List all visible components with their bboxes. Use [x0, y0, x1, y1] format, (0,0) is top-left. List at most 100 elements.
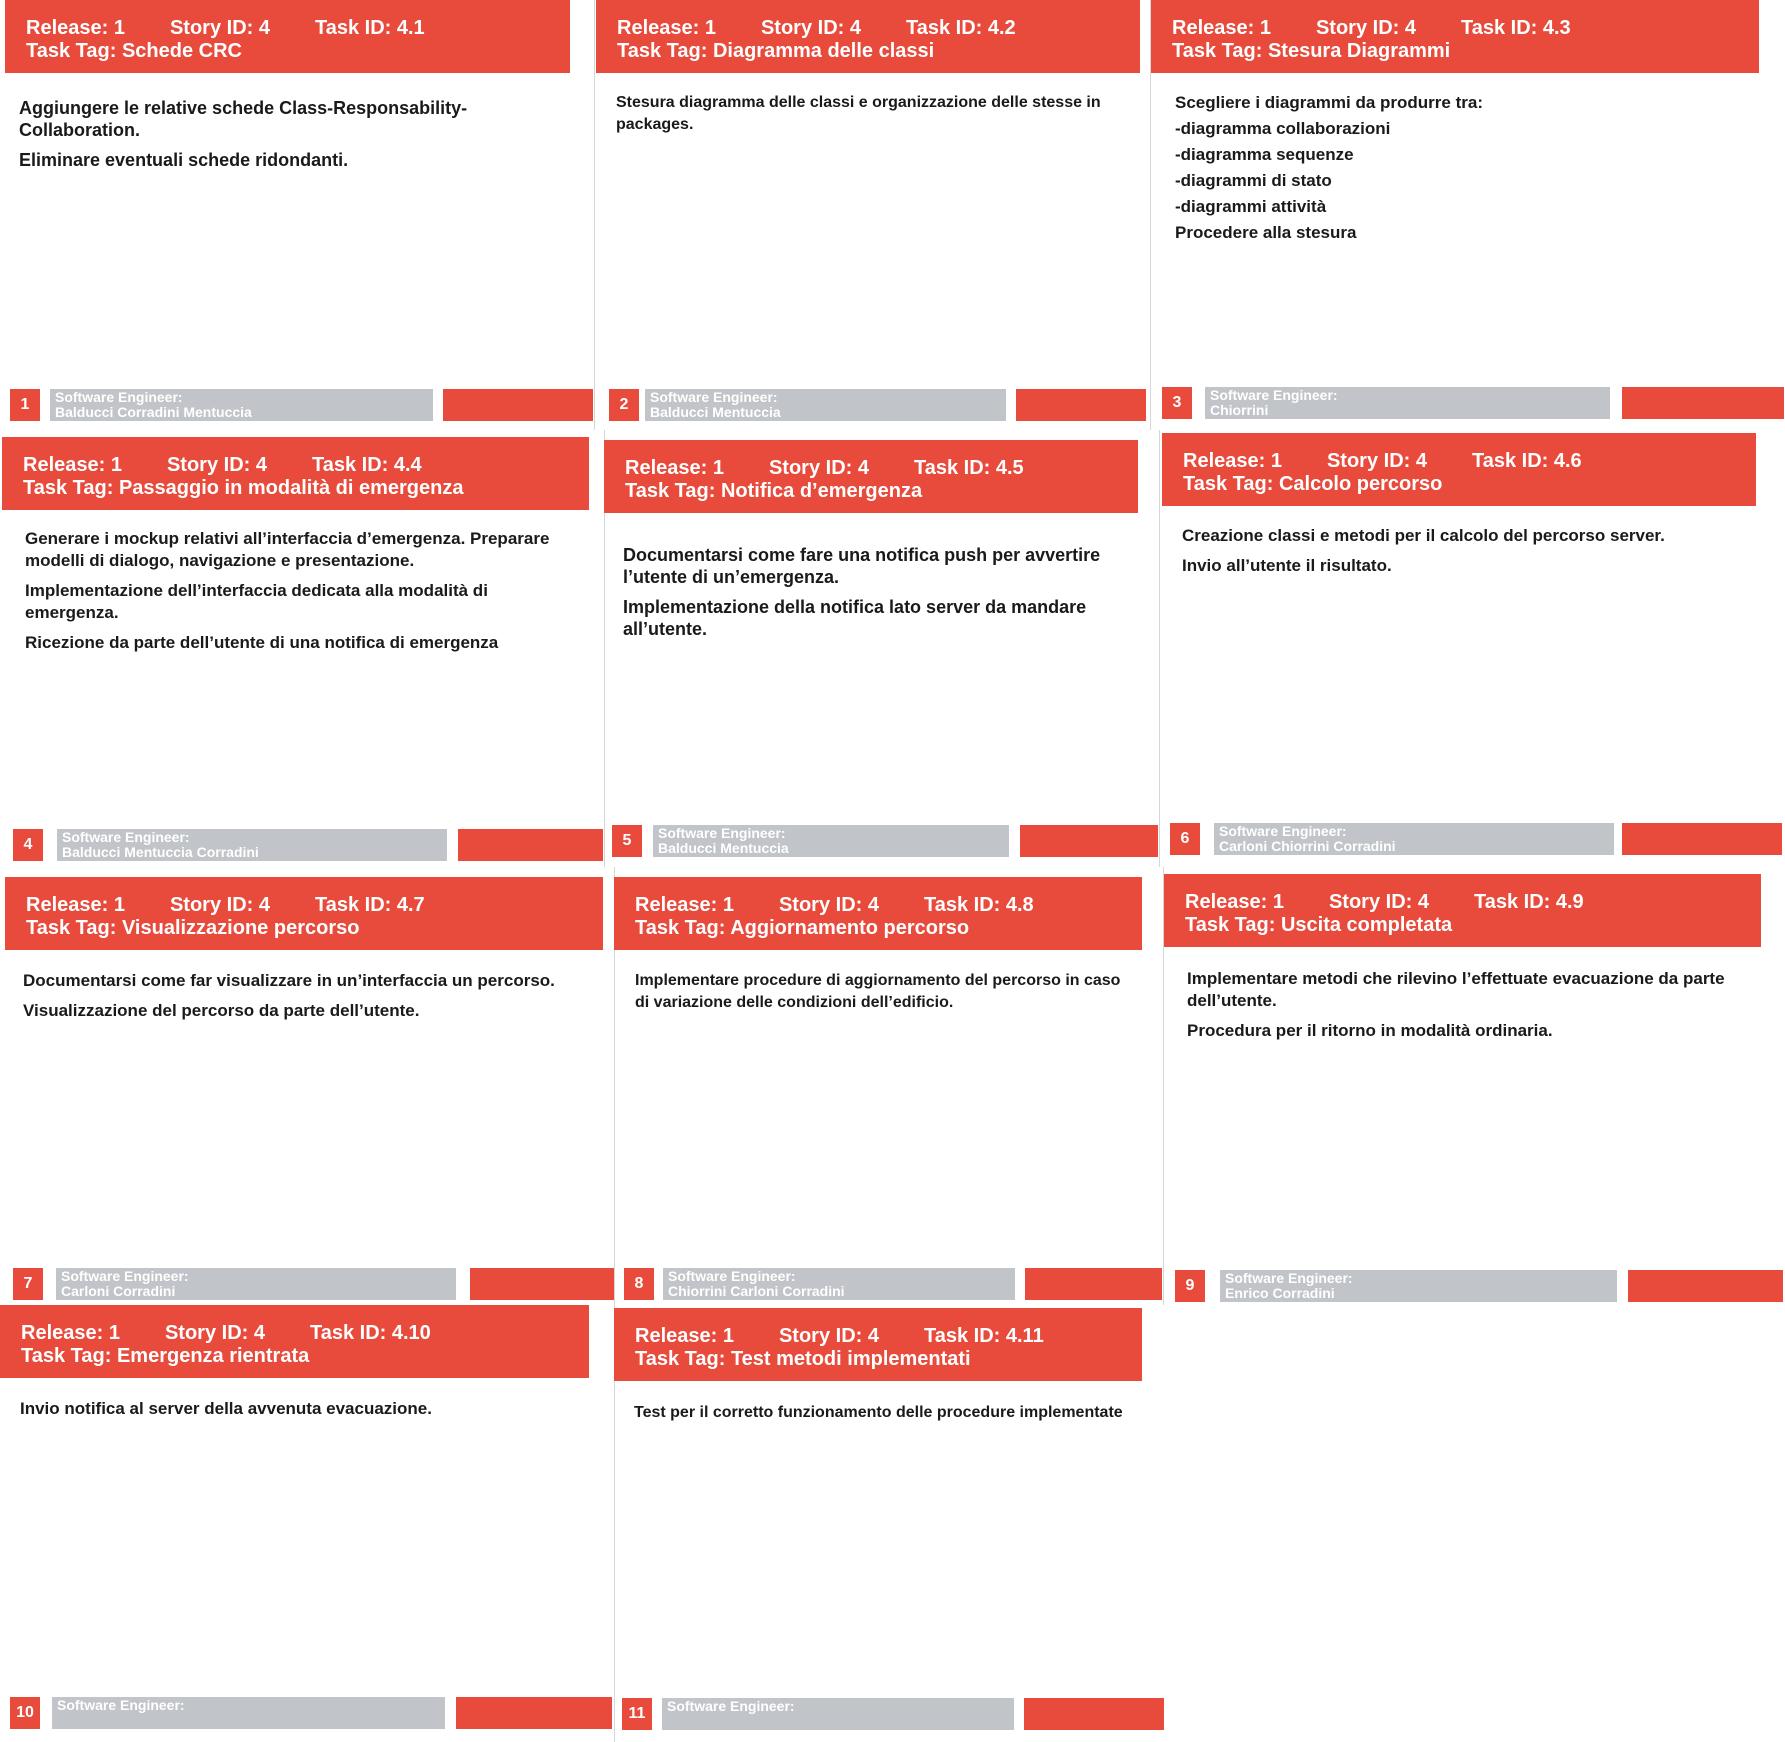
description-line: Procedura per il ritorno in modalità ord… [1187, 1021, 1553, 1040]
task-tag-label: Task Tag: Notifica d’emergenza [625, 480, 923, 502]
card-number-badge: 9 [1175, 1270, 1205, 1302]
task-card-header: Release: 1 Story ID: 4 Task ID: 4.9 Task Ta… [1164, 874, 1761, 947]
task-id-label: Task ID: 4.3 [1461, 17, 1571, 39]
task-tag-label: Task Tag: Test metodi implementati [635, 1348, 971, 1370]
task-id-label: Task ID: 4.6 [1472, 450, 1582, 472]
release-label: Release: 1 [1185, 891, 1284, 913]
description-line: Implementare metodi che rilevino l’effet… [1187, 969, 1725, 1010]
task-id-label: Task ID: 4.8 [924, 894, 1034, 916]
release-label: Release: 1 [625, 457, 724, 479]
card-number-badge: 3 [1162, 387, 1192, 419]
release-label: Release: 1 [635, 1325, 734, 1347]
task-tag-label: Task Tag: Aggiornamento percorso [635, 917, 970, 939]
task-id-label: Task ID: 4.7 [315, 894, 425, 916]
release-label: Release: 1 [26, 17, 125, 39]
description-line: -diagramma sequenze [1175, 145, 1354, 164]
task-description: Documentarsi come far visualizzare in un… [23, 970, 563, 1030]
task-id-label: Task ID: 4.1 [315, 17, 425, 39]
description-line: Creazione classi e metodi per il calcolo… [1182, 526, 1665, 545]
estimate-block [1622, 387, 1784, 419]
task-tag-label: Task Tag: Emergenza rientrata [21, 1345, 310, 1367]
software-engineer-names: Carloni Chiorrini Corradini [1219, 838, 1396, 854]
story-id-label: Story ID: 4 [768, 457, 869, 479]
task-description: Creazione classi e metodi per il calcolo… [1182, 525, 1757, 585]
story-id-label: Story ID: 4 [164, 1322, 265, 1344]
description-line: Documentarsi come fare una notifica push… [623, 545, 1101, 587]
task-description: Aggiungere le relative schede Class-Resp… [19, 97, 559, 179]
release-label: Release: 1 [26, 894, 125, 916]
software-engineer-field: Software Engineer: Enrico Corradini [1220, 1270, 1617, 1302]
estimate-block [1024, 1698, 1164, 1730]
description-line: Test per il corretto funzionamento delle… [634, 1404, 1123, 1421]
task-tag-label: Task Tag: Passaggio in modalità di emerg… [23, 477, 464, 499]
release-label: Release: 1 [617, 17, 716, 39]
description-line: Documentarsi come far visualizzare in un… [23, 971, 555, 990]
description-line: Generare i mockup relativi all’interfacc… [25, 529, 550, 570]
description-line: Invio all’utente il risultato. [1182, 556, 1392, 575]
story-id-label: Story ID: 4 [166, 454, 267, 476]
task-description: Documentarsi come fare una notifica push… [623, 544, 1143, 648]
software-engineer-names: Enrico Corradini [1225, 1285, 1335, 1301]
task-id-label: Task ID: 4.10 [310, 1322, 431, 1344]
task-card-footer: 11 Software Engineer: [0, 1698, 1785, 1730]
release-label: Release: 1 [23, 454, 122, 476]
story-id-label: Story ID: 4 [760, 17, 861, 39]
description-line: Visualizzazione del percorso da parte de… [23, 1001, 420, 1020]
task-tag-label: Task Tag: Uscita completata [1185, 914, 1453, 936]
software-engineer-field: Software Engineer: Carloni Chiorrini Corr… [1214, 823, 1614, 855]
software-engineer-field: Software Engineer: [662, 1698, 1014, 1730]
task-card-header: Release: 1 Story ID: 4 Task ID: 4.8 Task Ta… [614, 877, 1142, 950]
task-description: Stesura diagramma delle classi e organiz… [616, 92, 1136, 144]
description-line: Stesura diagramma delle classi e organiz… [616, 94, 1101, 133]
software-engineer-names: Chiorrini [1210, 402, 1269, 418]
estimate-block [1622, 823, 1782, 855]
task-tag-label: Task Tag: Schede CRC [26, 40, 242, 62]
story-id-label: Story ID: 4 [778, 894, 879, 916]
description-line: Procedere alla stesura [1175, 223, 1357, 242]
task-card-header: Release: 1 Story ID: 4 Task ID: 4.6 Task Ta… [1162, 433, 1756, 506]
description-line: -diagrammi di stato [1175, 171, 1332, 190]
task-card-footer: 9 Software Engineer: Enrico Corradini [0, 1270, 1785, 1302]
description-line: -diagrammi attività [1175, 197, 1327, 216]
release-label: Release: 1 [1183, 450, 1282, 472]
task-card-header: Release: 1 Story ID: 4 Task ID: 4.11 Task T… [614, 1308, 1142, 1381]
story-id-label: Story ID: 4 [1326, 450, 1427, 472]
description-line: Ricezione da parte dell’utente di una no… [25, 633, 499, 652]
task-tag-label: Task Tag: Stesura Diagrammi [1172, 40, 1451, 62]
description-line: Implementazione dell’interfaccia dedicat… [25, 581, 488, 622]
task-id-label: Task ID: 4.4 [312, 454, 422, 476]
card-number-badge: 6 [1170, 823, 1200, 855]
task-card-header: Release: 1 Story ID: 4 Task ID: 4.3 Task Ta… [1151, 0, 1759, 73]
task-description: Scegliere i diagrammi da produrre tra: -d… [1175, 92, 1735, 248]
description-line: Implementazione della notifica lato serv… [623, 597, 1087, 639]
description-line: Eliminare eventuali schede ridondanti. [19, 150, 349, 170]
description-line: Implementare procedure di aggiornamento … [635, 972, 1121, 1011]
task-description: Implementare procedure di aggiornamento … [635, 970, 1135, 1022]
task-id-label: Task ID: 4.5 [914, 457, 1024, 479]
task-description: Generare i mockup relativi all’interfacc… [25, 528, 585, 662]
task-card-footer: 6 Software Engineer: Carloni Chiorrini Cor… [0, 823, 1785, 855]
task-card-header: Release: 1 Story ID: 4 Task ID: 4.2 Task Ta… [596, 0, 1140, 73]
task-card-header: Release: 1 Story ID: 4 Task ID: 4.7 Task Ta… [5, 877, 603, 950]
release-label: Release: 1 [635, 894, 734, 916]
software-engineer-label: Software Engineer: [1225, 1270, 1353, 1286]
task-tag-label: Task Tag: Diagramma delle classi [617, 40, 935, 62]
task-card-footer: 3 Software Engineer: Chiorrini [0, 387, 1785, 419]
task-description: Test per il corretto funzionamento delle… [634, 1402, 1134, 1432]
story-id-label: Story ID: 4 [169, 17, 270, 39]
task-description: Invio notifica al server della avvenuta … [20, 1398, 580, 1428]
software-engineer-label: Software Engineer: [1210, 387, 1338, 403]
task-tag-label: Task Tag: Calcolo percorso [1183, 473, 1443, 495]
task-card-header: Release: 1 Story ID: 4 Task ID: 4.5 Task Ta… [604, 440, 1138, 513]
software-engineer-label: Software Engineer: [667, 1698, 795, 1714]
task-card-header: Release: 1 Story ID: 4 Task ID: 4.1 Task Ta… [5, 0, 570, 73]
estimate-block [1628, 1270, 1783, 1302]
description-line: Scegliere i diagrammi da produrre tra: [1175, 93, 1483, 112]
release-label: Release: 1 [21, 1322, 120, 1344]
task-card-header: Release: 1 Story ID: 4 Task ID: 4.10 Task T… [0, 1305, 589, 1378]
task-id-label: Task ID: 4.2 [906, 17, 1016, 39]
story-id-label: Story ID: 4 [1328, 891, 1429, 913]
description-line: Invio notifica al server della avvenuta … [20, 1399, 432, 1418]
card-number-badge: 11 [622, 1698, 652, 1730]
task-id-label: Task ID: 4.11 [924, 1325, 1044, 1347]
